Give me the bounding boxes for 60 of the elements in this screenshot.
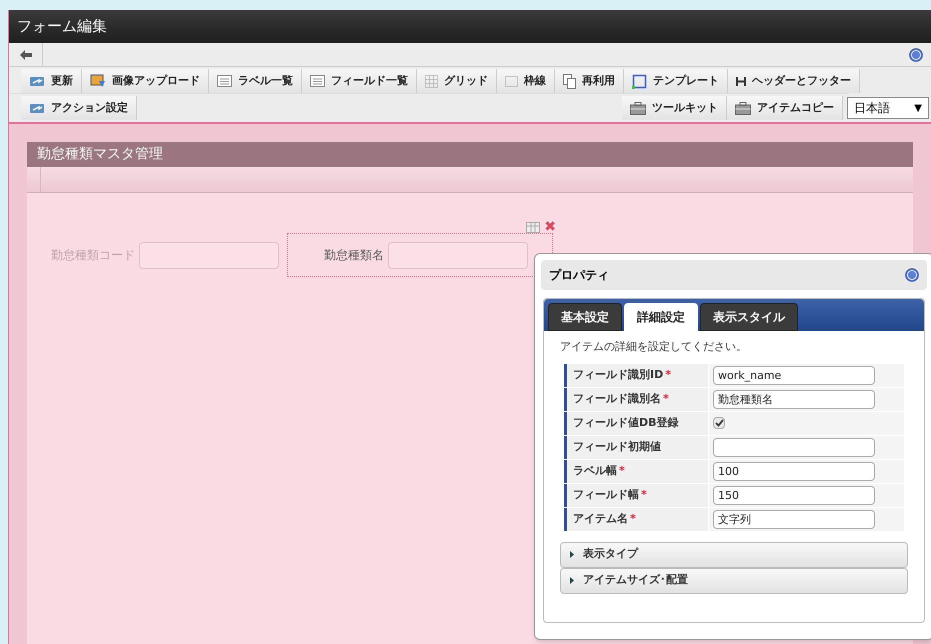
form-title: 勤怠種類マスタ管理 <box>37 145 163 164</box>
checkbox[interactable] <box>713 417 725 429</box>
property-label: フィールド幅 * <box>564 484 708 506</box>
toolbar-button[interactable]: ヘッダーとフッター <box>728 69 860 93</box>
property-label: フィールド初期値 <box>564 436 708 458</box>
tab[interactable]: 基本設定 <box>548 303 622 331</box>
collapsible-section[interactable]: アイテムサイズ･配置 <box>560 568 908 594</box>
input-field[interactable]: work_name <box>713 366 875 384</box>
toolbar-button[interactable]: ラベル一覧 <box>209 69 302 93</box>
language-select[interactable]: 日本語 ▼ <box>847 97 929 119</box>
input-field[interactable]: 文字列 <box>713 510 875 528</box>
window-title: フォーム編集 <box>17 16 107 38</box>
caret-icon <box>569 551 575 558</box>
toolbar-button[interactable]: 枠線 <box>497 69 555 93</box>
back-arrow-icon <box>20 50 32 60</box>
toolbar-button[interactable]: 更新 <box>21 69 82 93</box>
list-icon <box>310 75 325 87</box>
help-icon[interactable] <box>909 48 923 62</box>
tab[interactable]: 表示スタイル <box>700 303 798 331</box>
toolbar-button[interactable]: アイテムコピー <box>727 96 843 120</box>
required-mark: * <box>665 366 671 383</box>
header-icon <box>736 76 746 86</box>
toolbar-button[interactable]: 画像アップロード <box>82 69 209 93</box>
briefcase-icon <box>735 102 751 114</box>
toolbar-button[interactable]: フィールド一覧 <box>302 69 417 93</box>
input-field[interactable] <box>139 242 279 268</box>
check-icon <box>714 419 724 427</box>
required-mark: * <box>663 390 669 407</box>
required-mark: * <box>641 486 647 503</box>
toolbar-button[interactable]: ツールキット <box>622 96 727 120</box>
document-icon <box>563 74 576 88</box>
property-label: フィールド識別ID * <box>564 364 708 386</box>
toolbar-button[interactable]: グリッド <box>417 69 497 93</box>
input-field[interactable]: 100 <box>713 462 875 480</box>
template-icon <box>632 74 647 88</box>
image-icon <box>90 74 106 88</box>
required-mark: * <box>619 462 625 479</box>
required-mark: * <box>630 510 636 527</box>
property-label: フィールド値DB登録 <box>564 412 708 434</box>
list-icon <box>217 75 232 87</box>
input-field[interactable]: 150 <box>713 486 875 504</box>
frame-icon <box>505 76 518 86</box>
property-label: アイテム名 * <box>564 508 708 530</box>
toolbar-button[interactable]: 再利用 <box>555 69 624 93</box>
input-field[interactable] <box>713 438 875 456</box>
property-label: ラベル幅 * <box>564 460 708 482</box>
briefcase-icon <box>630 102 646 114</box>
tab[interactable]: 詳細設定 <box>624 303 698 331</box>
hint-text: アイテムの詳細を設定してください。 <box>560 339 748 355</box>
collapsible-section[interactable]: 表示タイプ <box>560 542 908 568</box>
toolbar-button[interactable]: アクション設定 <box>21 96 137 120</box>
caret-icon <box>569 577 575 584</box>
input-field[interactable]: 勤怠種類名 <box>713 390 875 408</box>
property-label: フィールド識別名 * <box>564 388 708 410</box>
toolbar-button[interactable]: テンプレート <box>624 69 728 93</box>
help-icon[interactable] <box>905 268 919 282</box>
field-label: 勤怠種類名 <box>324 247 384 264</box>
field-label: 勤怠種類コード <box>51 247 135 264</box>
grid-icon <box>425 74 438 88</box>
input-field[interactable] <box>388 242 528 268</box>
